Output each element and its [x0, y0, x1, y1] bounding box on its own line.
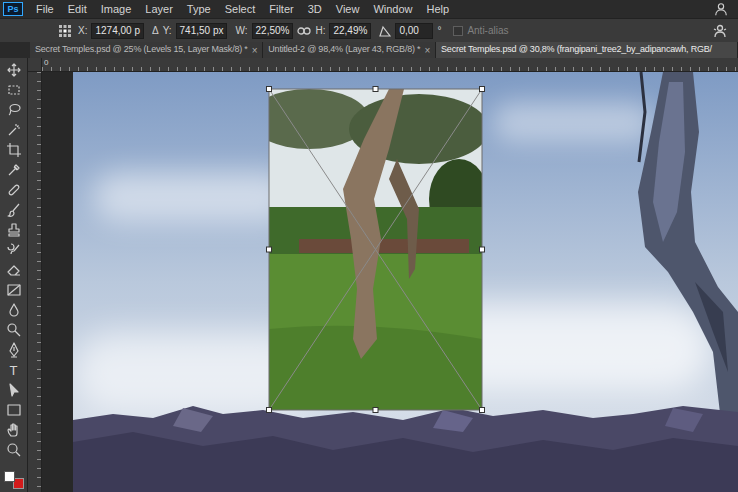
pen-tool-icon[interactable] [6, 342, 22, 358]
tab-label: Secret Temples.psd @ 30,8% (frangipani_t… [441, 43, 712, 57]
anti-alias-label: Anti-alias [467, 23, 508, 38]
lasso-tool-icon[interactable] [6, 102, 22, 118]
tab-close-button[interactable]: × [252, 43, 258, 58]
menu-item[interactable]: 3D [301, 0, 329, 18]
angle-field[interactable]: 0,00 [395, 23, 433, 39]
history-brush-tool-icon[interactable] [6, 242, 22, 258]
options-bar: X: 1274,00 p Δ Y: 741,50 px W: 22,50% H: 22,49% 0… [0, 18, 738, 42]
top-ruler: 0 [42, 58, 738, 72]
menu-item[interactable]: Image [94, 0, 139, 18]
workspace-switcher-icon[interactable] [712, 23, 728, 39]
menu-item[interactable]: Help [420, 0, 457, 18]
workspace: T0 [0, 58, 738, 492]
degree-label: ° [437, 23, 441, 38]
rectangle-tool-icon[interactable] [6, 402, 22, 418]
quick-selection-tool-icon[interactable] [6, 122, 22, 138]
reference-point-icon[interactable] [58, 24, 72, 38]
rock-tree-layer [633, 72, 738, 422]
document-tab[interactable]: Secret Temples.psd @ 30,8% (frangipani_t… [436, 42, 738, 58]
h-label: H: [315, 23, 325, 38]
marquee-tool-icon[interactable] [6, 82, 22, 98]
x-field[interactable]: 1274,00 p [91, 23, 144, 39]
y-label: Y: [163, 23, 172, 38]
gradient-tool-icon[interactable] [6, 282, 22, 298]
transform-box[interactable] [267, 87, 484, 412]
foreground-color-swatch[interactable] [4, 471, 15, 482]
workspace-icon[interactable] [714, 2, 728, 16]
pasteboard [42, 72, 738, 492]
menu-item[interactable]: View [329, 0, 367, 18]
dodge-tool-icon[interactable] [6, 322, 22, 338]
tab-bar: Secret Temples.psd @ 25% (Levels 15, Lay… [0, 42, 738, 58]
menu-item[interactable]: Select [218, 0, 263, 18]
blur-tool-icon[interactable] [6, 302, 22, 318]
h-field[interactable]: 22,49% [329, 23, 371, 39]
menu-item[interactable]: Filter [262, 0, 300, 18]
eraser-tool-icon[interactable] [6, 262, 22, 278]
anti-alias-checkbox[interactable] [453, 26, 463, 36]
ruler-origin-label: 0 [44, 58, 48, 67]
healing-brush-tool-icon[interactable] [6, 182, 22, 198]
w-label: W: [235, 23, 247, 38]
eyedropper-tool-icon[interactable] [6, 162, 22, 178]
x-label: X: [78, 23, 87, 38]
left-ruler [28, 72, 42, 492]
tab-close-button[interactable]: × [424, 43, 430, 58]
type-tool-icon[interactable]: T [6, 362, 22, 378]
document-tab[interactable]: Untitled-2 @ 98,4% (Layer 43, RGB/8) * × [263, 42, 436, 58]
document-area: 0 [28, 58, 738, 492]
tab-label: Secret Temples.psd @ 25% (Levels 15, Lay… [35, 43, 248, 57]
path-selection-tool-icon[interactable] [6, 382, 22, 398]
y-field[interactable]: 741,50 px [176, 23, 228, 39]
document-tab[interactable]: Secret Temples.psd @ 25% (Levels 15, Lay… [30, 42, 263, 58]
hand-tool-icon[interactable] [6, 422, 22, 438]
move-tool-icon[interactable] [6, 62, 22, 78]
relative-position-icon[interactable]: Δ [152, 23, 159, 38]
link-icon[interactable] [297, 26, 311, 36]
w-field[interactable]: 22,50% [252, 23, 294, 39]
rocks-layer [73, 402, 738, 492]
ruler-corner [28, 58, 42, 72]
menu-item[interactable]: Window [366, 0, 419, 18]
toolbar: T [0, 58, 28, 492]
zoom-tool-icon[interactable] [6, 442, 22, 458]
rotate-icon[interactable] [379, 25, 391, 37]
menu-bar: Ps FileEditImageLayerTypeSelectFilter3DVi… [0, 0, 738, 18]
crop-tool-icon[interactable] [6, 142, 22, 158]
tab-label: Untitled-2 @ 98,4% (Layer 43, RGB/8) * [268, 43, 420, 57]
menu-item[interactable]: Type [180, 0, 218, 18]
menu-item[interactable]: Edit [61, 0, 94, 18]
anti-alias-option[interactable]: Anti-alias [453, 23, 508, 38]
menu-item[interactable]: Layer [138, 0, 180, 18]
menu-item[interactable]: File [29, 0, 61, 18]
clone-stamp-tool-icon[interactable] [6, 222, 22, 238]
color-swatches[interactable] [4, 471, 24, 489]
canvas-image[interactable] [73, 72, 738, 492]
app-logo[interactable]: Ps [3, 2, 23, 16]
brush-tool-icon[interactable] [6, 202, 22, 218]
